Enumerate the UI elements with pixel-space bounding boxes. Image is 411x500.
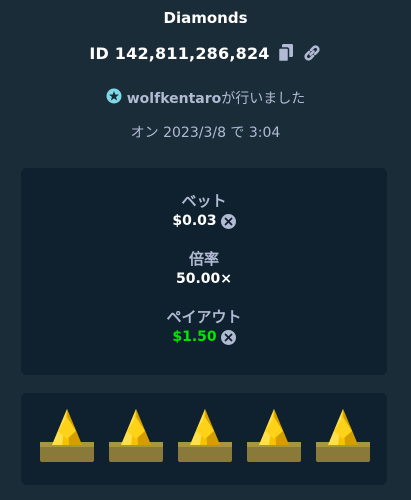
placed-by-row: wolfkentaroが行いました xyxy=(0,88,411,108)
bet-date: オン 2023/3/8 で 3:04 xyxy=(130,125,281,141)
gem-icon xyxy=(178,409,232,462)
coin-icon xyxy=(220,213,236,229)
gem-tile xyxy=(40,409,94,465)
copy-icon[interactable] xyxy=(276,43,296,63)
bet-value: $0.03 xyxy=(172,213,217,229)
bet-stat: ベット $0.03 xyxy=(21,190,387,229)
bet-details-page: Diamonds ID 142,811,286,824 wolfkentaroが… xyxy=(0,0,411,500)
gem-tile xyxy=(247,409,301,465)
bet-id-row: ID 142,811,286,824 xyxy=(0,40,411,66)
coin-icon xyxy=(220,329,236,345)
gem-icon xyxy=(40,409,94,462)
bet-label: ベット xyxy=(181,192,227,210)
bet-stats-panel: ベット $0.03 倍率 50.00× ペイアウト $1.50 xyxy=(21,168,387,375)
payout-stat: ペイアウト $1.50 xyxy=(21,306,387,345)
bet-id: ID 142,811,286,824 xyxy=(89,43,270,63)
link-icon[interactable] xyxy=(302,43,322,63)
gem-tile xyxy=(109,409,163,465)
gem-icon xyxy=(247,409,301,462)
gem-icon xyxy=(316,409,370,462)
placed-by-suffix: が行いました xyxy=(221,91,306,107)
gem-tile xyxy=(178,409,232,465)
gem-tiles-panel xyxy=(21,393,387,485)
star-icon xyxy=(106,88,122,108)
gem-tile xyxy=(316,409,370,465)
page-title: Diamonds xyxy=(163,9,248,27)
payout-label: ペイアウト xyxy=(166,308,242,326)
multiplier-value: 50.00× xyxy=(175,271,232,287)
username[interactable]: wolfkentaro xyxy=(127,91,222,107)
gem-icon xyxy=(109,409,163,462)
multiplier-stat: 倍率 50.00× xyxy=(21,248,387,287)
payout-value: $1.50 xyxy=(172,329,217,345)
multiplier-label: 倍率 xyxy=(188,250,219,268)
